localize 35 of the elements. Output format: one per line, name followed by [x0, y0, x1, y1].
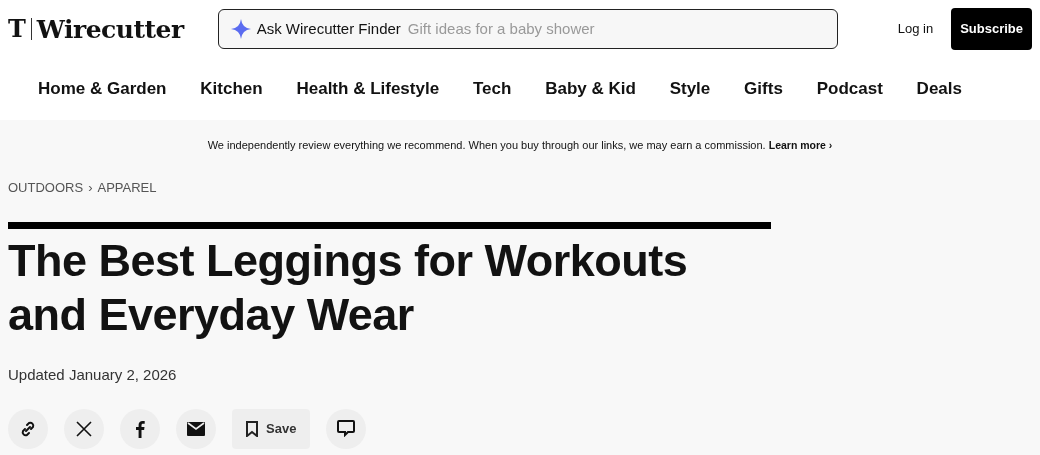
save-button[interactable]: Save: [232, 408, 311, 449]
nav-link[interactable]: Style: [669, 76, 711, 102]
learn-more-link[interactable]: Learn more ›: [768, 139, 833, 151]
comment-icon: [337, 420, 356, 438]
finder-search-field[interactable]: Ask Wirecutter Finder Gift ideas for a baby shower: [217, 9, 838, 49]
logo-mark[interactable]: T: [8, 17, 26, 41]
facebook-icon: [135, 419, 145, 438]
subscribe-button[interactable]: Subscribe: [951, 8, 1032, 50]
bookmark-icon: [246, 420, 258, 437]
share-email-button[interactable]: [176, 408, 216, 449]
nav-link[interactable]: Tech: [472, 76, 512, 102]
login-link[interactable]: Log in: [897, 19, 934, 39]
breadcrumb-link[interactable]: APPAREL: [97, 177, 157, 198]
share-facebook-button[interactable]: [120, 408, 160, 449]
breadcrumb-link[interactable]: OUTDOORS: [8, 177, 84, 198]
disclosure-text: We independently review everything we recommend. When you buy through our links, we may earn a commission.: [207, 139, 767, 151]
sparkle-icon: [230, 19, 251, 39]
logo-text[interactable]: Wirecutter: [36, 16, 184, 42]
breadcrumb-separator: ›: [88, 178, 93, 197]
link-icon: [19, 419, 37, 438]
nav-link[interactable]: Home & Garden: [38, 76, 167, 102]
x-logo-icon: [75, 419, 93, 438]
updated-date: Updated January 2, 2026: [8, 365, 178, 386]
copy-link-button[interactable]: [8, 408, 48, 449]
nav-link[interactable]: Gifts: [744, 76, 783, 102]
share-x-button[interactable]: [64, 408, 104, 449]
nav-link[interactable]: Podcast: [816, 76, 883, 102]
nav-link[interactable]: Health & Lifestyle: [296, 76, 440, 102]
envelope-icon: [187, 421, 205, 436]
search-input[interactable]: Gift ideas for a baby shower: [400, 17, 825, 41]
nav-link[interactable]: Baby & Kid: [545, 76, 636, 102]
nav-link[interactable]: Kitchen: [200, 76, 263, 102]
finder-label: Ask Wirecutter Finder: [256, 18, 401, 39]
nav-link[interactable]: Deals: [916, 76, 962, 102]
article-title: The Best Leggings for Workouts and Everyday Wear: [8, 234, 689, 343]
